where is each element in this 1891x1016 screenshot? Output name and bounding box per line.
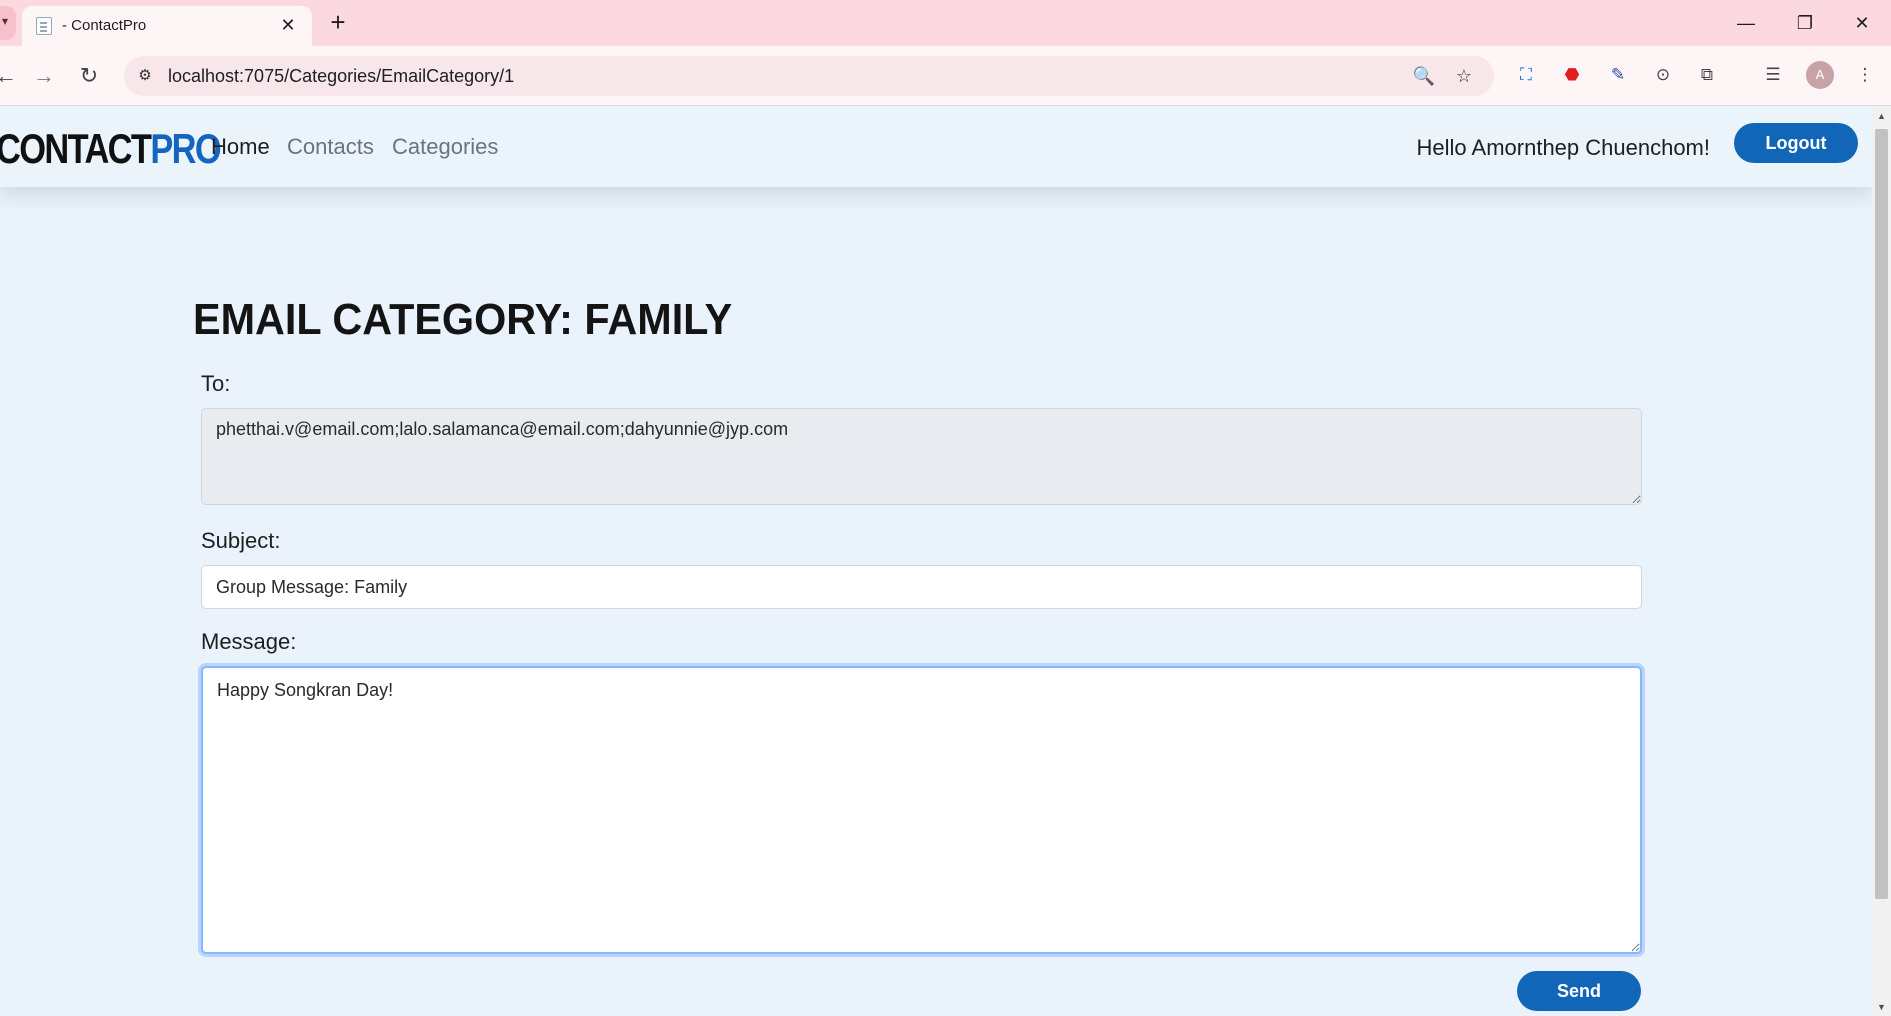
forward-arrow-icon[interactable]: →	[28, 60, 60, 92]
to-recipients-field[interactable]: phetthai.v@email.com;lalo.salamanca@emai…	[201, 408, 1642, 505]
user-greeting: Hello Amornthep Chuenchom!	[1416, 135, 1711, 160]
more-menu-icon[interactable]: ⋮	[1852, 62, 1878, 88]
subject-input[interactable]	[201, 565, 1642, 609]
new-tab-button[interactable]: +	[324, 9, 352, 37]
translate-extension-icon[interactable]: ⛶	[1513, 62, 1539, 88]
logout-button[interactable]: Logout	[1734, 123, 1858, 163]
address-bar[interactable]: ⚙ localhost:7075/Categories/EmailCategor…	[124, 56, 1494, 96]
browser-tab-strip: ▾ - ContactPro ✕ + — ❐ ✕	[0, 0, 1891, 46]
scrollbar-thumb[interactable]	[1875, 129, 1888, 899]
reload-icon[interactable]: ↻	[73, 60, 105, 92]
address-url[interactable]: localhost:7075/Categories/EmailCategory/…	[168, 66, 514, 87]
scroll-down-arrow-icon[interactable]: ▼	[1872, 998, 1891, 1016]
page-favicon-icon	[36, 17, 52, 35]
adblock-extension-icon[interactable]: ⬣	[1559, 62, 1585, 88]
nav-categories-link[interactable]: Categories	[392, 134, 498, 160]
browser-toolbar: ← → ↻ ⚙ localhost:7075/Categories/EmailC…	[0, 46, 1891, 106]
browser-tab-active[interactable]: - ContactPro ✕	[22, 6, 312, 46]
tab-title: - ContactPro	[62, 17, 147, 34]
code-extension-icon[interactable]: ⊙	[1650, 62, 1676, 88]
bookmark-star-icon[interactable]: ☆	[1452, 64, 1476, 88]
site-info-icon[interactable]: ⚙	[134, 65, 156, 87]
zoom-icon[interactable]: 🔍	[1412, 64, 1436, 88]
extensions-puzzle-icon[interactable]: ⧉	[1694, 62, 1720, 88]
to-label: To:	[201, 371, 231, 396]
profile-avatar[interactable]: A	[1806, 61, 1834, 89]
message-label: Message:	[201, 629, 297, 654]
back-arrow-icon[interactable]: ←	[0, 60, 22, 92]
minimize-button[interactable]: —	[1726, 8, 1766, 38]
nav-home-link[interactable]: Home	[211, 134, 270, 160]
chevron-down-icon: ▾	[2, 14, 9, 28]
scroll-up-arrow-icon[interactable]: ▲	[1872, 107, 1891, 125]
page-title: EMAIL CATEGORY: FAMILY	[193, 295, 733, 344]
restore-button[interactable]: ❐	[1785, 8, 1825, 38]
app-navbar: CONTACTPRO Home Contacts Categories Hell…	[0, 107, 1872, 187]
send-button[interactable]: Send	[1517, 971, 1641, 1011]
subject-label: Subject:	[201, 528, 281, 553]
previous-tab[interactable]: ▾	[0, 6, 16, 40]
edit-extension-icon[interactable]: ✎	[1605, 62, 1631, 88]
page-scrollbar[interactable]: ▲ ▼	[1872, 107, 1891, 1016]
message-textarea[interactable]: Happy Songkran Day!	[201, 666, 1642, 954]
page-viewport: CONTACTPRO Home Contacts Categories Hell…	[0, 107, 1872, 1016]
nav-contacts-link[interactable]: Contacts	[287, 134, 374, 160]
close-window-button[interactable]: ✕	[1842, 8, 1882, 38]
tab-close-icon[interactable]: ✕	[276, 13, 300, 37]
media-control-icon[interactable]: ☰	[1760, 62, 1786, 88]
brand-logo[interactable]: CONTACTPRO	[0, 125, 222, 173]
